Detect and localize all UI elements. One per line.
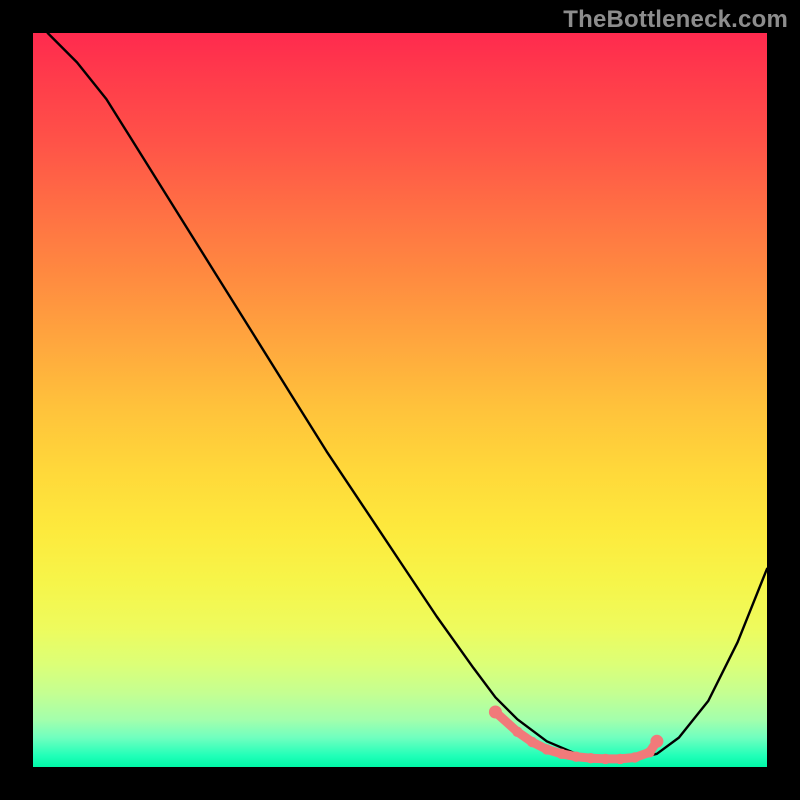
chart-frame: TheBottleneck.com xyxy=(0,0,800,800)
optimal-range-dot xyxy=(489,706,502,719)
optimal-range-dot xyxy=(571,752,581,762)
optimal-range-marker xyxy=(489,706,664,765)
optimal-range-dot xyxy=(650,735,663,748)
optimal-range-dot xyxy=(586,753,596,763)
optimal-range-dot xyxy=(556,749,566,759)
plot-area xyxy=(33,33,767,767)
watermark-label: TheBottleneck.com xyxy=(563,6,788,34)
bottleneck-curve xyxy=(48,33,767,759)
optimal-range-dot xyxy=(615,754,625,764)
chart-svg xyxy=(33,33,767,767)
optimal-range-dot xyxy=(630,752,640,762)
optimal-range-dot xyxy=(527,737,537,747)
optimal-range-dot xyxy=(512,727,522,737)
optimal-range-dot xyxy=(644,747,654,757)
optimal-range-dot xyxy=(600,754,610,764)
optimal-range-dot xyxy=(542,744,552,754)
